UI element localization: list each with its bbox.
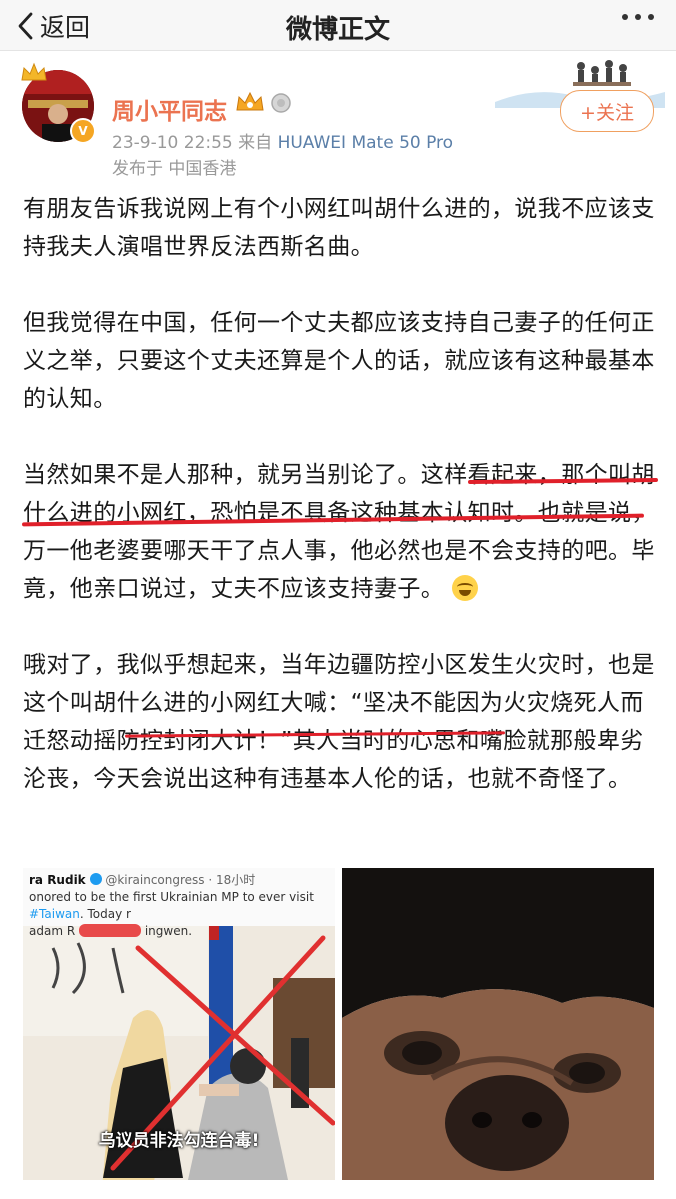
redaction-mark xyxy=(79,924,141,937)
nav-bar: 返回 微博正文 xyxy=(0,0,676,51)
follow-button[interactable]: +关注 xyxy=(560,90,654,132)
tweet-text: ingwen. xyxy=(144,924,193,938)
tweet-handle: @kiraincongress · 18小时 xyxy=(105,873,256,887)
member-badges xyxy=(235,90,293,114)
verified-check-icon xyxy=(89,873,102,885)
page-title: 微博正文 xyxy=(285,15,390,45)
source-prefix: 来自 xyxy=(238,133,273,153)
medal-icon xyxy=(271,93,291,113)
tweet-author-name: ra Rudik xyxy=(29,873,86,887)
author-name[interactable]: 周小平同志 xyxy=(112,92,227,126)
crown-icon xyxy=(21,62,47,81)
laugh-cry-icon xyxy=(451,575,478,601)
vip-crown-icon xyxy=(236,91,264,111)
tweet-header: ra Rudik @kiraincongress · 18小时 onored t… xyxy=(23,868,335,938)
post-paragraph: 但我觉得在中国，任何一个丈夫都应该支持自己妻子的任何正义之举，只要这个丈夫还算是… xyxy=(23,310,655,412)
verified-badge-icon: V xyxy=(70,118,96,144)
avatar[interactable]: V xyxy=(21,62,96,144)
tweet-text: adam R xyxy=(29,924,76,938)
post-body: 有朋友告诉我说网上有个小网红叫胡什么进的，说我不应该支持我夫人演唱世界反法西斯名… xyxy=(23,190,659,836)
tweet-text-line: onored to be the first Ukrainian MP to e… xyxy=(29,889,329,923)
post-paragraph: 哦对了，我似乎想起来，当年边疆防控小区发生火灾时，也是这个叫胡什么进的小网红大喊… xyxy=(23,652,655,792)
post-meta: 23-9-10 22:55 来自 HUAWEI Mate 50 Pro xyxy=(112,128,453,153)
image-caption: 乌议员非法勾连台毒! xyxy=(98,1131,260,1151)
tweet-text: onored to be the first Ukrainian MP to e… xyxy=(29,890,314,904)
post-location: 发布于 中国香港 xyxy=(112,159,237,179)
device-name[interactable]: HUAWEI Mate 50 Pro xyxy=(278,133,454,153)
post-date: 23-9-10 22:55 xyxy=(112,133,233,153)
tweet-hashtag: #Taiwan xyxy=(29,907,80,921)
post-image-pug-face[interactable] xyxy=(342,868,654,1180)
post-header: V 周小平同志 23-9-10 22:55 来自 HUAWEI Mate 50 … xyxy=(0,50,676,179)
more-options-icon[interactable] xyxy=(622,14,654,20)
tweet-text-line: adam R ingwen. xyxy=(29,923,329,940)
post-image-tweet-screenshot[interactable]: ra Rudik @kiraincongress · 18小时 onored t… xyxy=(23,868,335,1180)
post-paragraph: 有朋友告诉我说网上有个小网红叫胡什么进的，说我不应该支持我夫人演唱世界反法西斯名… xyxy=(23,196,655,260)
tweet-text: . Today r xyxy=(79,907,131,921)
